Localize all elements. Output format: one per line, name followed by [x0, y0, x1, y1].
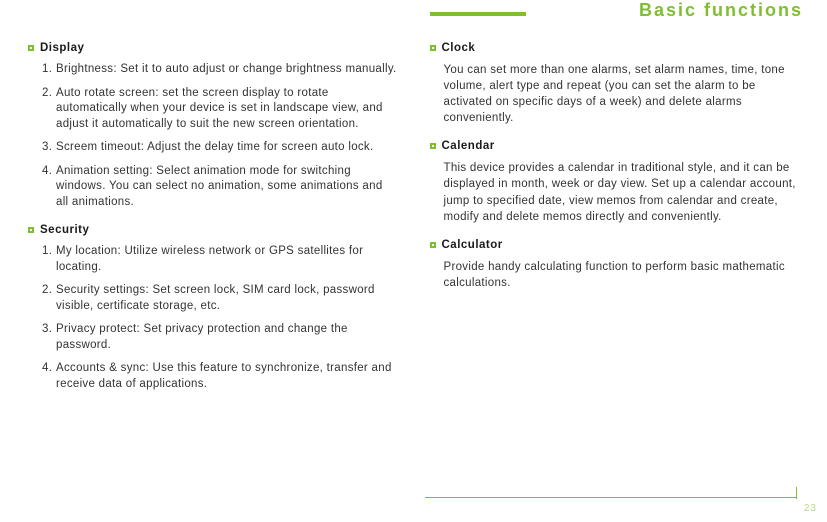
- section-title: Calendar: [442, 140, 495, 152]
- security-list: My location: Utilize wireless network or…: [28, 244, 398, 392]
- list-item: My location: Utilize wireless network or…: [42, 244, 398, 275]
- section-head-display: Display: [28, 42, 398, 54]
- section-head-calendar: Calendar: [430, 140, 800, 152]
- page-number: 23: [804, 503, 817, 514]
- list-item: Privacy protect: Set privacy protection …: [42, 322, 398, 353]
- list-item: Animation setting: Select animation mode…: [42, 164, 398, 211]
- section-head-calculator: Calculator: [430, 239, 800, 251]
- page-header: Basic functions: [430, 0, 827, 24]
- section-body: You can set more than one alarms, set al…: [430, 62, 800, 126]
- list-item: Security settings: Set screen lock, SIM …: [42, 283, 398, 314]
- bullet-icon: [28, 227, 34, 233]
- content-area: Display Brightness: Set it to auto adjus…: [0, 24, 827, 400]
- section-title: Security: [40, 224, 89, 236]
- bullet-icon: [430, 143, 436, 149]
- list-item: Brightness: Set it to auto adjust or cha…: [42, 62, 398, 78]
- bullet-icon: [430, 45, 436, 51]
- bullet-icon: [28, 45, 34, 51]
- bullet-icon: [430, 242, 436, 248]
- section-head-security: Security: [28, 224, 398, 236]
- left-column: Display Brightness: Set it to auto adjus…: [28, 42, 398, 400]
- list-item: Auto rotate screen: set the screen displ…: [42, 86, 398, 133]
- display-list: Brightness: Set it to auto adjust or cha…: [28, 62, 398, 210]
- section-body: Provide handy calculating function to pe…: [430, 259, 800, 291]
- list-item: Accounts & sync: Use this feature to syn…: [42, 361, 398, 392]
- section-title: Calculator: [442, 239, 503, 251]
- right-column: Clock You can set more than one alarms, …: [430, 42, 800, 400]
- footer-accent-vert: [796, 487, 798, 499]
- header-accent-bar: [430, 12, 526, 16]
- list-item: Screem timeout: Adjust the delay time fo…: [42, 140, 398, 156]
- section-title: Display: [40, 42, 84, 54]
- section-head-clock: Clock: [430, 42, 800, 54]
- section-title: Clock: [442, 42, 476, 54]
- section-body: This device provides a calendar in tradi…: [430, 160, 800, 224]
- page-title: Basic functions: [639, 0, 803, 21]
- footer-accent-bar: [425, 497, 797, 499]
